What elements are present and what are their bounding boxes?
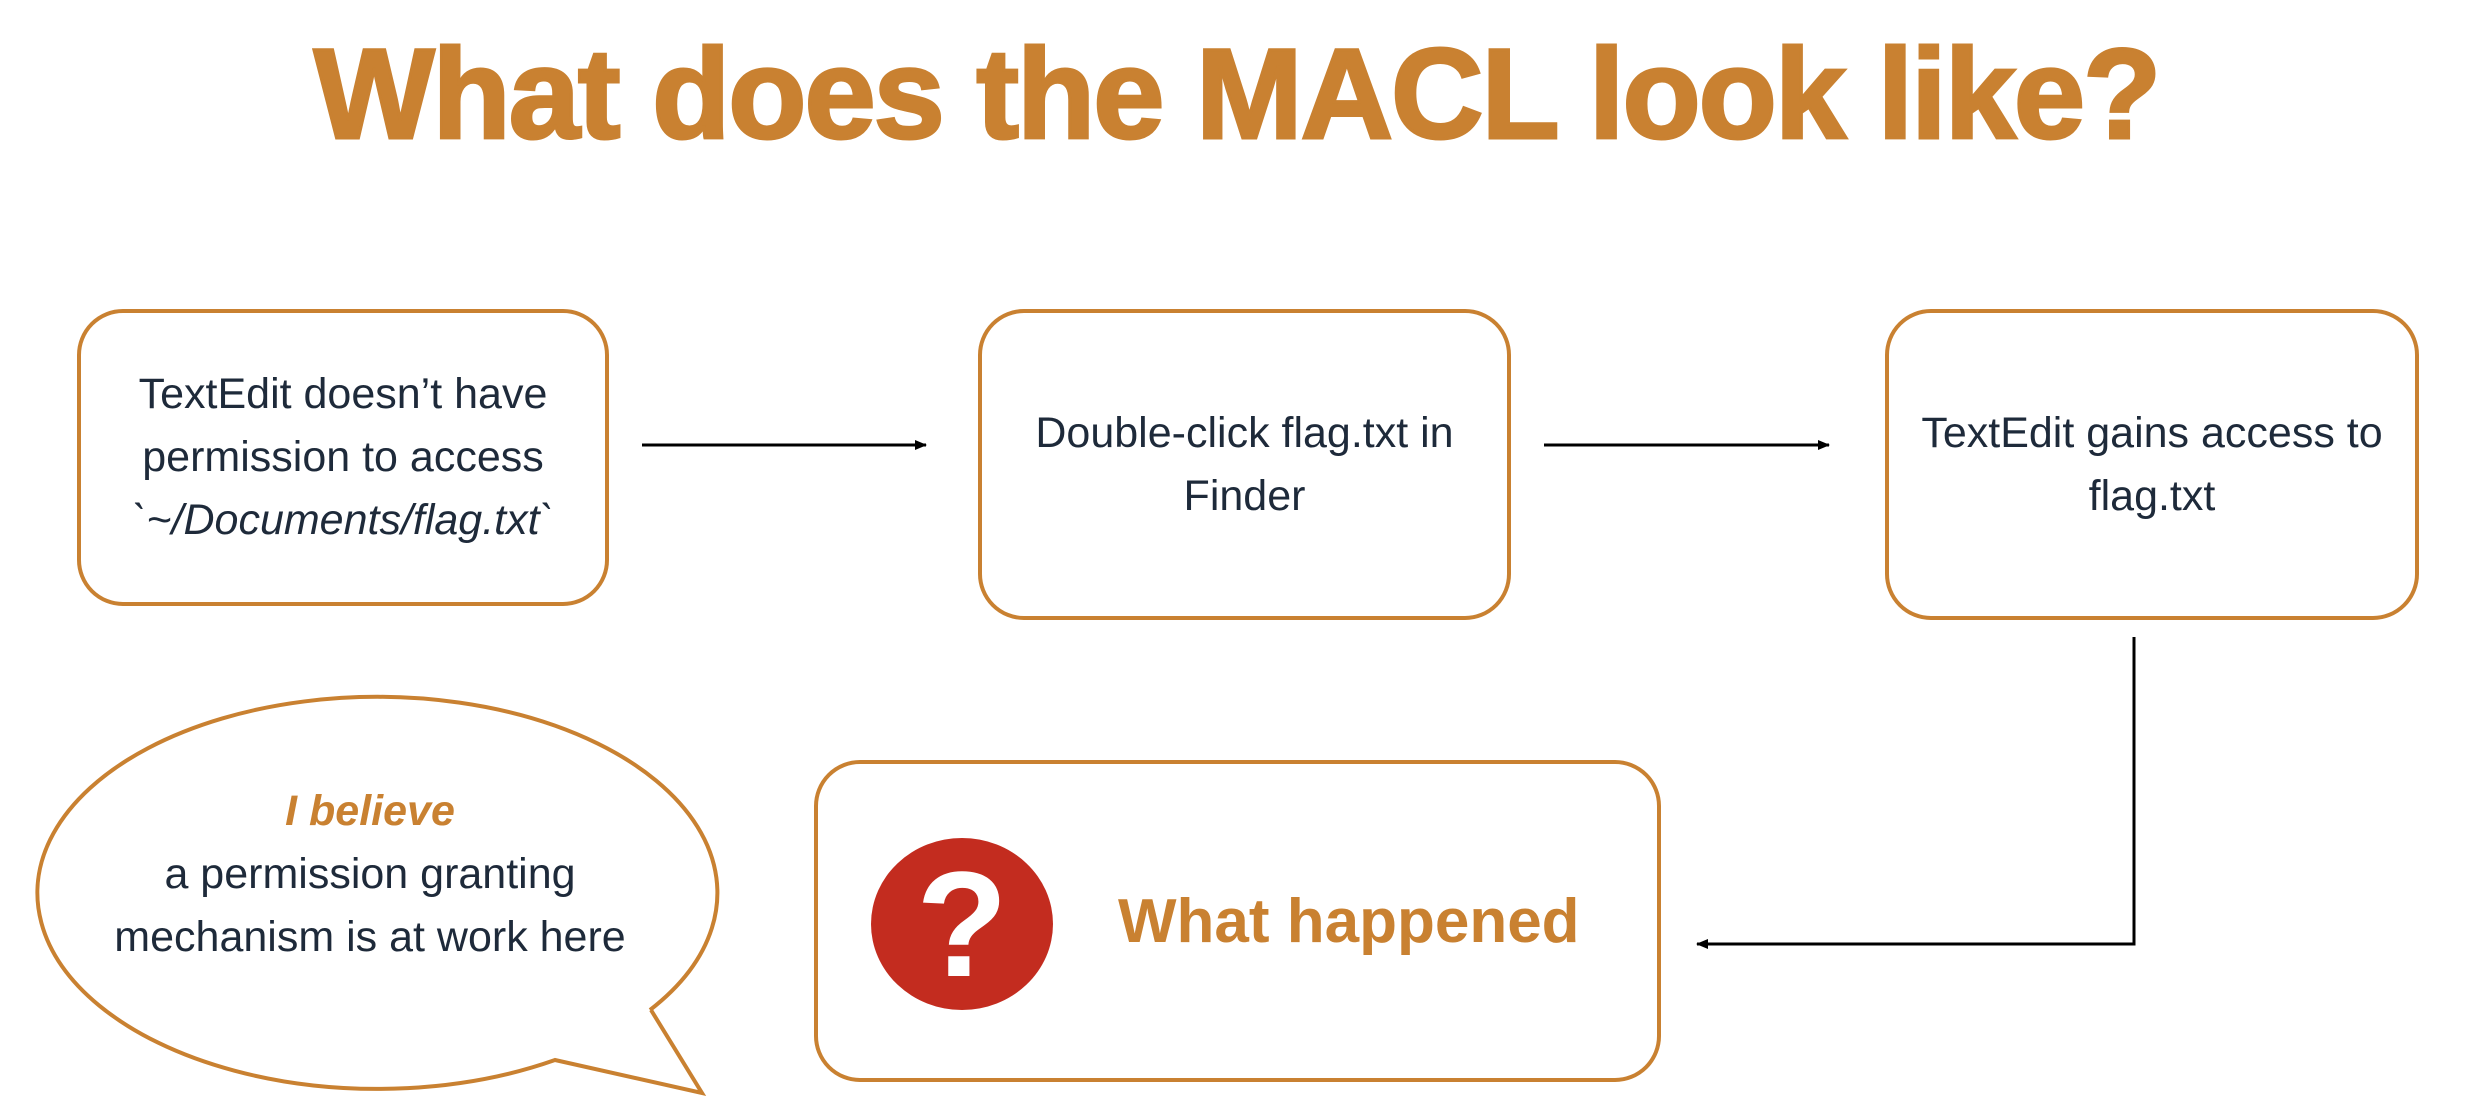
bubble-emphasis: I believe <box>285 787 455 835</box>
step-text-line: Double-click flag.txt in <box>1035 408 1454 457</box>
result-box-what-happened: ? What happened <box>814 760 1661 1082</box>
step-text-line: permission to access <box>142 433 544 481</box>
arrow-step3-to-result <box>1696 637 2136 949</box>
step-text-line: Finder <box>1183 471 1306 520</box>
step-text-line: TextEdit gains access to <box>1921 408 2383 457</box>
step-box-no-permission: TextEdit doesn’t have permission to acce… <box>77 309 609 606</box>
file-path: `~/Documents/flag.txt` <box>132 496 554 544</box>
result-label: What happened <box>1118 886 1580 956</box>
step-box-gains-access: TextEdit gains access to flag.txt <box>1885 309 2419 620</box>
bubble-text-line: a permission granting <box>164 850 576 898</box>
question-icon: ? <box>871 838 1053 1010</box>
step-box-double-click: Double-click flag.txt in Finder <box>978 309 1511 620</box>
bubble-text-line: mechanism is at work here <box>114 913 626 961</box>
step-text-line: TextEdit doesn’t have <box>138 370 548 418</box>
speech-bubble-text: I believe a permission granting mechanis… <box>60 780 680 969</box>
step-text-line: flag.txt <box>2088 471 2216 520</box>
